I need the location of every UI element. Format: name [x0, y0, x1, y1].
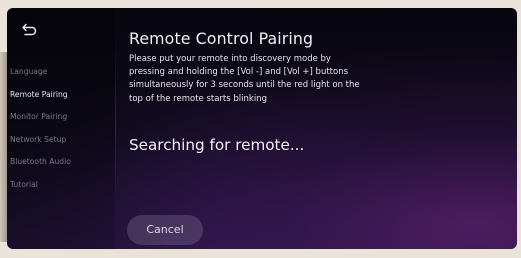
sidebar-item-remote-pairing[interactable]: Remote Pairing — [10, 84, 71, 107]
page-title: Remote Control Pairing — [129, 29, 314, 48]
instruction-line: simultaneously for 3 seconds until the r… — [129, 80, 360, 91]
instruction-line: pressing and holding the [Vol -] and [Vo… — [129, 67, 349, 78]
sidebar-item-network-setup[interactable]: Network Setup — [10, 129, 71, 152]
sidebar-item-bluetooth-audio[interactable]: Bluetooth Audio — [10, 151, 71, 174]
device-frame: Language Remote Pairing Monitor Pairing … — [0, 0, 521, 258]
cancel-button[interactable]: Cancel — [127, 215, 203, 245]
sidebar-divider — [115, 36, 116, 211]
back-arrow-icon[interactable] — [21, 23, 37, 37]
sidebar-item-language[interactable]: Language — [10, 61, 71, 84]
instruction-line: Please put your remote into discovery mo… — [129, 54, 331, 64]
tv-screen: Language Remote Pairing Monitor Pairing … — [7, 8, 517, 249]
sidebar-item-monitor-pairing[interactable]: Monitor Pairing — [10, 106, 71, 129]
search-status: Searching for remote... — [129, 136, 305, 154]
settings-menu: Language Remote Pairing Monitor Pairing … — [10, 61, 71, 197]
sidebar-item-tutorial[interactable]: Tutorial — [10, 174, 71, 197]
instruction-line: top of the remote starts blinking — [129, 93, 267, 104]
pairing-instructions: Please put your remote into discovery mo… — [129, 53, 429, 106]
